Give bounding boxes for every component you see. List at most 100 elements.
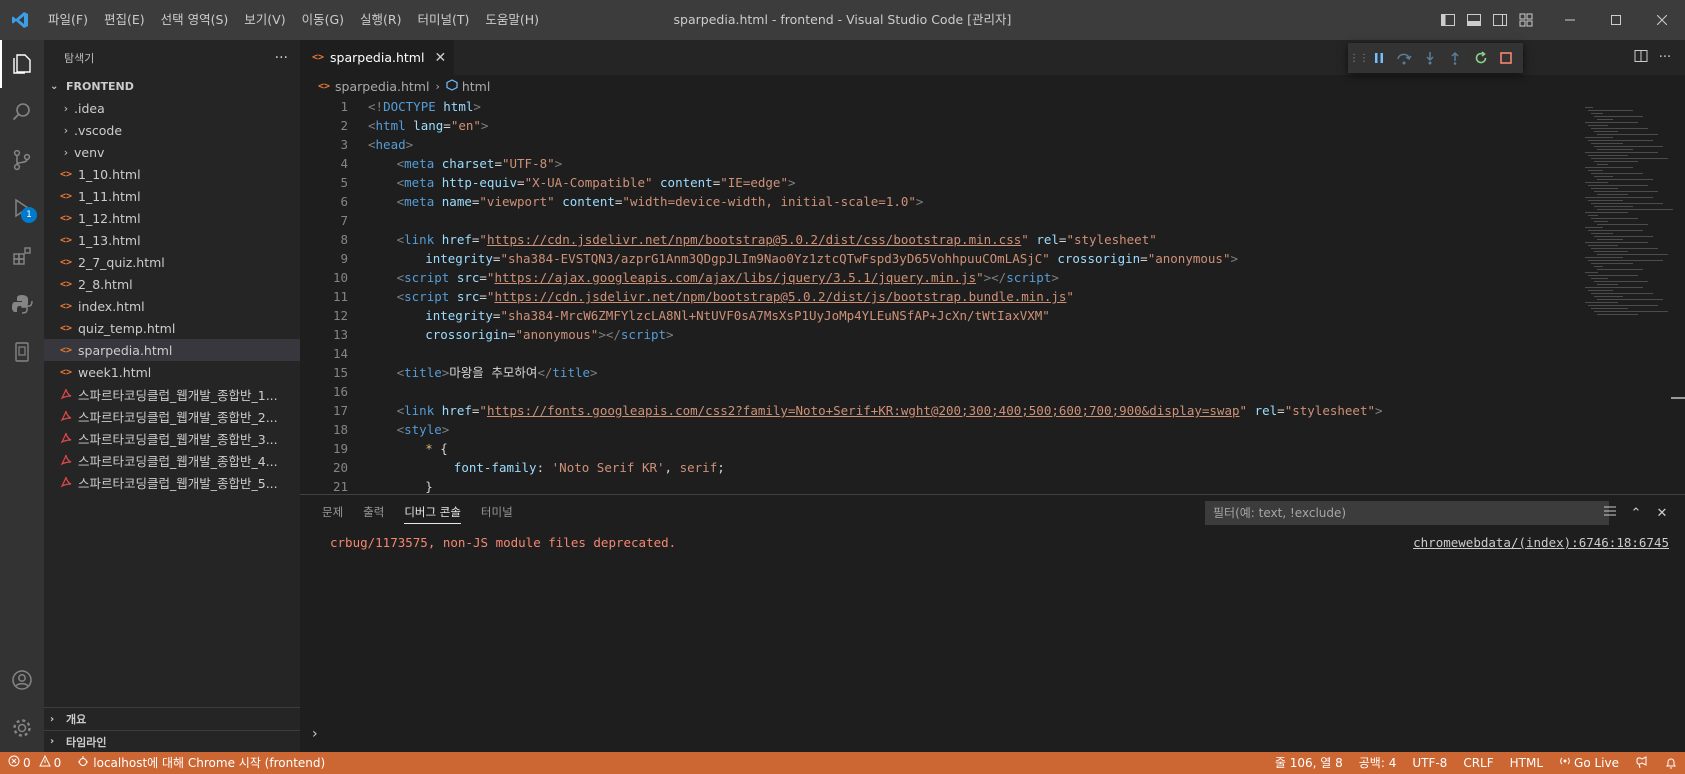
scrollbar-indicator[interactable] [1671,397,1685,399]
code-token: crossorigin [425,327,508,342]
outline-label: 개요 [66,713,87,726]
folder-item[interactable]: › .idea [44,97,300,119]
file-item[interactable]: <> index.html [44,295,300,317]
file-item[interactable]: 스파르타코딩클럽_웹개발_종합반_2... [44,405,300,427]
code-token: href [441,403,472,418]
code-token: "viewport" [479,194,555,209]
step-over-icon[interactable] [1392,47,1418,69]
console-input-prompt[interactable]: › [312,726,318,748]
file-item[interactable]: <> week1.html [44,361,300,383]
line-number: 16 [332,384,348,399]
menu-item[interactable]: 보기(V) [236,7,293,33]
line-number: 7 [340,213,348,228]
drag-handle-icon[interactable]: ⋮⋮ [1349,47,1369,69]
file-item[interactable]: 스파르타코딩클럽_웹개발_종합반_3... [44,427,300,449]
step-out-icon[interactable] [1443,47,1469,69]
code-content: <link href = "https://fonts.googleapis.com… [348,401,1383,420]
maximize-panel-icon[interactable]: ⌃ [1623,506,1649,521]
workspace-root[interactable]: ⌄ FRONTEND [44,75,300,97]
indentation-status[interactable]: 공백: 4 [1351,752,1405,774]
menu-item[interactable]: 실행(R) [352,7,409,33]
restart-icon[interactable] [1468,47,1494,69]
eol-status[interactable]: CRLF [1455,752,1501,774]
file-item[interactable]: <> 1_10.html [44,163,300,185]
file-item[interactable]: <> 1_11.html [44,185,300,207]
file-item[interactable]: <> 2_8.html [44,273,300,295]
explorer-icon[interactable] [0,40,44,88]
clear-console-icon[interactable] [1597,504,1623,522]
code-token: < [396,289,405,304]
tab-sparpedia-html[interactable]: <> sparpedia.html ✕ [300,40,456,75]
close-window-button[interactable] [1639,0,1685,40]
file-item[interactable]: <> 2_7_quiz.html [44,251,300,273]
panel-tab[interactable]: 디버그 콘솔 [394,495,471,530]
file-item[interactable]: <> quiz_temp.html [44,317,300,339]
menu-item[interactable]: 선택 영역(S) [153,7,237,33]
breadcrumb-file[interactable]: sparpedia.html [335,79,429,94]
minimap-line [1591,263,1633,264]
menu-item[interactable]: 파일(F) [40,7,96,33]
problems-status[interactable]: 0 0 [0,752,69,774]
minimize-button[interactable] [1547,0,1593,40]
console-source-link[interactable]: chromewebdata/(index):6746:18:6745 [1413,535,1669,550]
language-mode[interactable]: HTML [1502,752,1551,774]
timeline-section[interactable]: › 타임라인 [44,730,300,752]
code-token: ></ [983,270,1007,285]
code-token: = [517,175,525,190]
accounts-icon[interactable] [0,656,44,704]
breadcrumb-symbol[interactable]: html [462,79,490,94]
code-token: < [396,270,405,285]
more-actions-icon[interactable]: ··· [1653,50,1677,65]
close-tab-icon[interactable]: ✕ [434,50,446,66]
code-content: <meta charset="UTF-8"> [348,154,563,173]
file-item[interactable]: <> 1_12.html [44,207,300,229]
maximize-button[interactable] [1593,0,1639,40]
source-control-icon[interactable] [0,136,44,184]
minimap[interactable] [1565,97,1685,494]
step-into-icon[interactable] [1417,47,1443,69]
menu-item[interactable]: 터미널(T) [410,7,478,33]
remote-explorer-icon[interactable] [0,328,44,376]
feedback-icon[interactable] [1627,752,1657,774]
menu-item[interactable]: 편집(E) [96,7,153,33]
toggle-primary-sidebar-icon[interactable] [1437,9,1459,31]
folder-item[interactable]: › venv [44,141,300,163]
file-item[interactable]: <> 1_13.html [44,229,300,251]
code-editor[interactable]: 1 <!DOCTYPE html> 2 <html lang="en"> 3 <head>… [300,97,1560,494]
manage-gear-icon[interactable] [0,704,44,752]
stop-icon[interactable] [1494,47,1520,69]
code-token: script [404,270,450,285]
go-live-button[interactable]: Go Live [1551,752,1627,774]
code-line: 16 [300,382,1560,401]
outline-section[interactable]: › 개요 [44,708,300,730]
file-item[interactable]: <> sparpedia.html [44,339,300,361]
debug-session-status[interactable]: localhost에 대해 Chrome 시작 (frontend) [69,752,333,774]
python-icon[interactable] [0,280,44,328]
folder-item[interactable]: › .vscode [44,119,300,141]
toggle-panel-icon[interactable] [1463,9,1485,31]
file-item[interactable]: 스파르타코딩클럽_웹개발_종합반_1... [44,383,300,405]
split-editor-icon[interactable] [1629,49,1653,67]
panel-tab[interactable]: 문제 [312,495,353,530]
cursor-position[interactable]: 줄 106, 열 8 [1267,752,1351,774]
toggle-secondary-sidebar-icon[interactable] [1489,9,1511,31]
extensions-icon[interactable] [0,232,44,280]
customize-layout-icon[interactable] [1515,9,1537,31]
editor-tab-bar: <> sparpedia.html ✕ ⋮⋮ ··· [300,40,1685,75]
close-panel-icon[interactable]: ✕ [1649,506,1675,521]
console-filter-input[interactable]: 필터(예: text, !exclude) [1205,501,1609,525]
pdf-file-icon [58,475,74,489]
panel-tab[interactable]: 터미널 [471,495,523,530]
notifications-bell-icon[interactable] [1657,752,1685,774]
search-icon[interactable] [0,88,44,136]
panel-tab[interactable]: 출력 [353,495,394,530]
run-and-debug-icon[interactable]: 1 [0,184,44,232]
minimap-line [1591,293,1653,294]
file-item[interactable]: 스파르타코딩클럽_웹개발_종합반_5... [44,471,300,493]
encoding-status[interactable]: UTF-8 [1404,752,1455,774]
menu-item[interactable]: 도움말(H) [477,7,547,33]
more-actions-icon[interactable]: ··· [275,50,288,66]
file-item[interactable]: 스파르타코딩클럽_웹개발_종합반_4... [44,449,300,471]
pause-icon[interactable] [1366,47,1392,69]
menu-item[interactable]: 이동(G) [294,7,352,33]
